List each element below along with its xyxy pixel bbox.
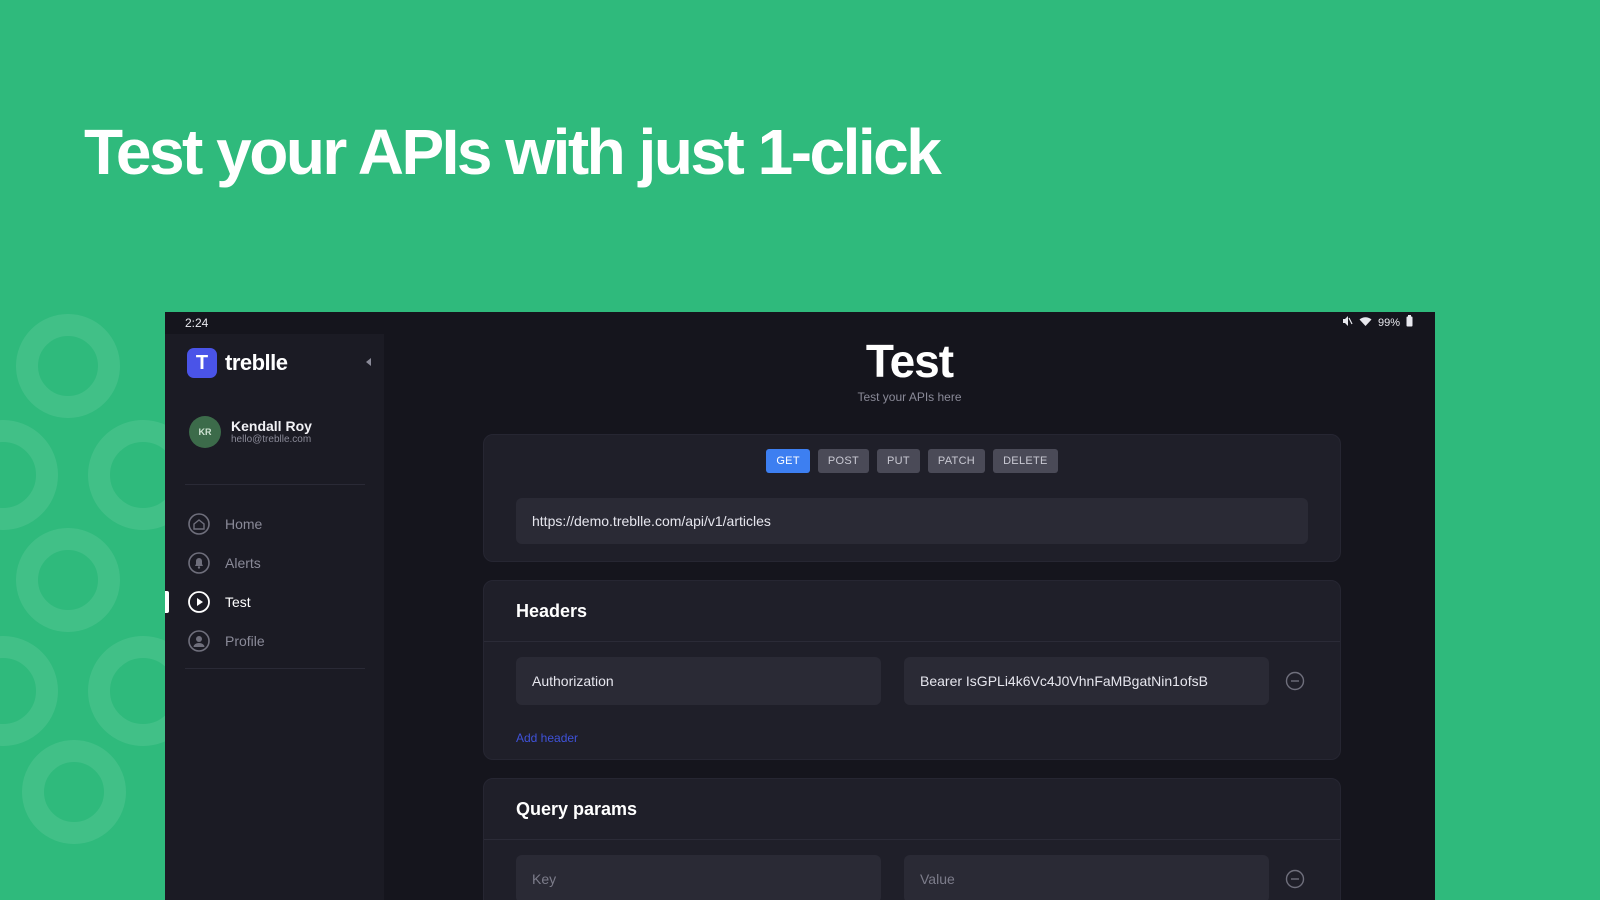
- headline: Test your APIs with just 1-click: [84, 116, 942, 188]
- page-title: Test: [865, 335, 954, 387]
- method-patch-button[interactable]: PATCH: [927, 449, 986, 473]
- sidebar-item-test[interactable]: Test: [165, 582, 384, 621]
- method-selector: GET POST PUT PATCH DELETE: [484, 449, 1340, 473]
- card-divider: [484, 641, 1340, 642]
- decorative-ring: [22, 740, 126, 844]
- query-params-title: Query params: [516, 799, 638, 819]
- home-icon: [187, 512, 211, 536]
- decorative-ring: [0, 636, 58, 746]
- query-params-card: Query params Key Value: [483, 778, 1341, 900]
- collapse-sidebar-icon[interactable]: [363, 354, 375, 370]
- method-post-button[interactable]: POST: [817, 449, 869, 473]
- card-divider: [484, 839, 1340, 840]
- wifi-icon: [1359, 316, 1372, 330]
- sidebar-item-alerts[interactable]: Alerts: [165, 543, 384, 582]
- status-icons: 99%: [1341, 315, 1413, 330]
- add-header-link[interactable]: Add header: [516, 731, 578, 745]
- battery-text: 99%: [1377, 316, 1400, 329]
- method-put-button[interactable]: PUT: [877, 449, 920, 473]
- brand-name: treblle: [225, 350, 288, 375]
- decorative-ring: [16, 528, 120, 632]
- query-key-input[interactable]: Key: [516, 855, 881, 900]
- url-input[interactable]: https://demo.treblle.com/api/v1/articles: [516, 498, 1308, 544]
- sidebar-item-home[interactable]: Home: [165, 504, 384, 543]
- header-value-input[interactable]: Bearer IsGPLi4k6Vc4J0VhnFaMBgatNin1ofsB: [904, 657, 1269, 705]
- treblle-logo-icon: T: [187, 348, 217, 378]
- avatar: KR: [189, 416, 221, 448]
- method-get-button[interactable]: GET: [766, 449, 810, 473]
- headers-card: Headers Authorization Bearer IsGPLi4k6Vc…: [483, 580, 1341, 760]
- decorative-ring: [0, 420, 58, 530]
- sidebar-item-profile[interactable]: Profile: [165, 621, 384, 660]
- query-value-input[interactable]: Value: [904, 855, 1269, 900]
- decorative-ring: [16, 314, 120, 418]
- sidebar-item-label: Alerts: [225, 554, 261, 571]
- remove-param-icon[interactable]: [1284, 868, 1306, 890]
- battery-icon: [1406, 315, 1413, 330]
- user-name: Kendall Roy: [231, 418, 312, 434]
- tablet-screen: 2:24 99% T treblle KR Kendall Roy hello@…: [165, 312, 1435, 900]
- page-subtitle: Test your APIs here: [857, 390, 962, 404]
- sidebar-item-label: Home: [225, 515, 263, 532]
- user-email: hello@treblle.com: [231, 434, 312, 445]
- alerts-icon: [187, 551, 211, 575]
- request-card: GET POST PUT PATCH DELETE https://demo.t…: [483, 434, 1341, 562]
- sidebar-nav: Home Alerts Test Profile: [165, 504, 384, 660]
- status-time: 2:24: [185, 316, 209, 330]
- user-info: Kendall Roy hello@treblle.com: [231, 418, 312, 446]
- sidebar-item-label: Test: [225, 593, 251, 610]
- sidebar: T treblle KR Kendall Roy hello@treblle.c…: [165, 334, 384, 900]
- headers-title: Headers: [516, 601, 588, 621]
- header-key-input[interactable]: Authorization: [516, 657, 881, 705]
- sidebar-item-label: Profile: [225, 632, 265, 649]
- status-bar: 2:24 99%: [165, 312, 1435, 334]
- brand[interactable]: T treblle: [187, 348, 288, 378]
- remove-header-icon[interactable]: [1284, 670, 1306, 692]
- mute-icon: [1341, 315, 1353, 330]
- user-card[interactable]: KR Kendall Roy hello@treblle.com: [189, 416, 312, 448]
- sidebar-divider: [185, 484, 365, 485]
- sidebar-divider: [185, 668, 365, 669]
- profile-icon: [187, 629, 211, 653]
- play-icon: [187, 590, 211, 614]
- method-delete-button[interactable]: DELETE: [993, 449, 1058, 473]
